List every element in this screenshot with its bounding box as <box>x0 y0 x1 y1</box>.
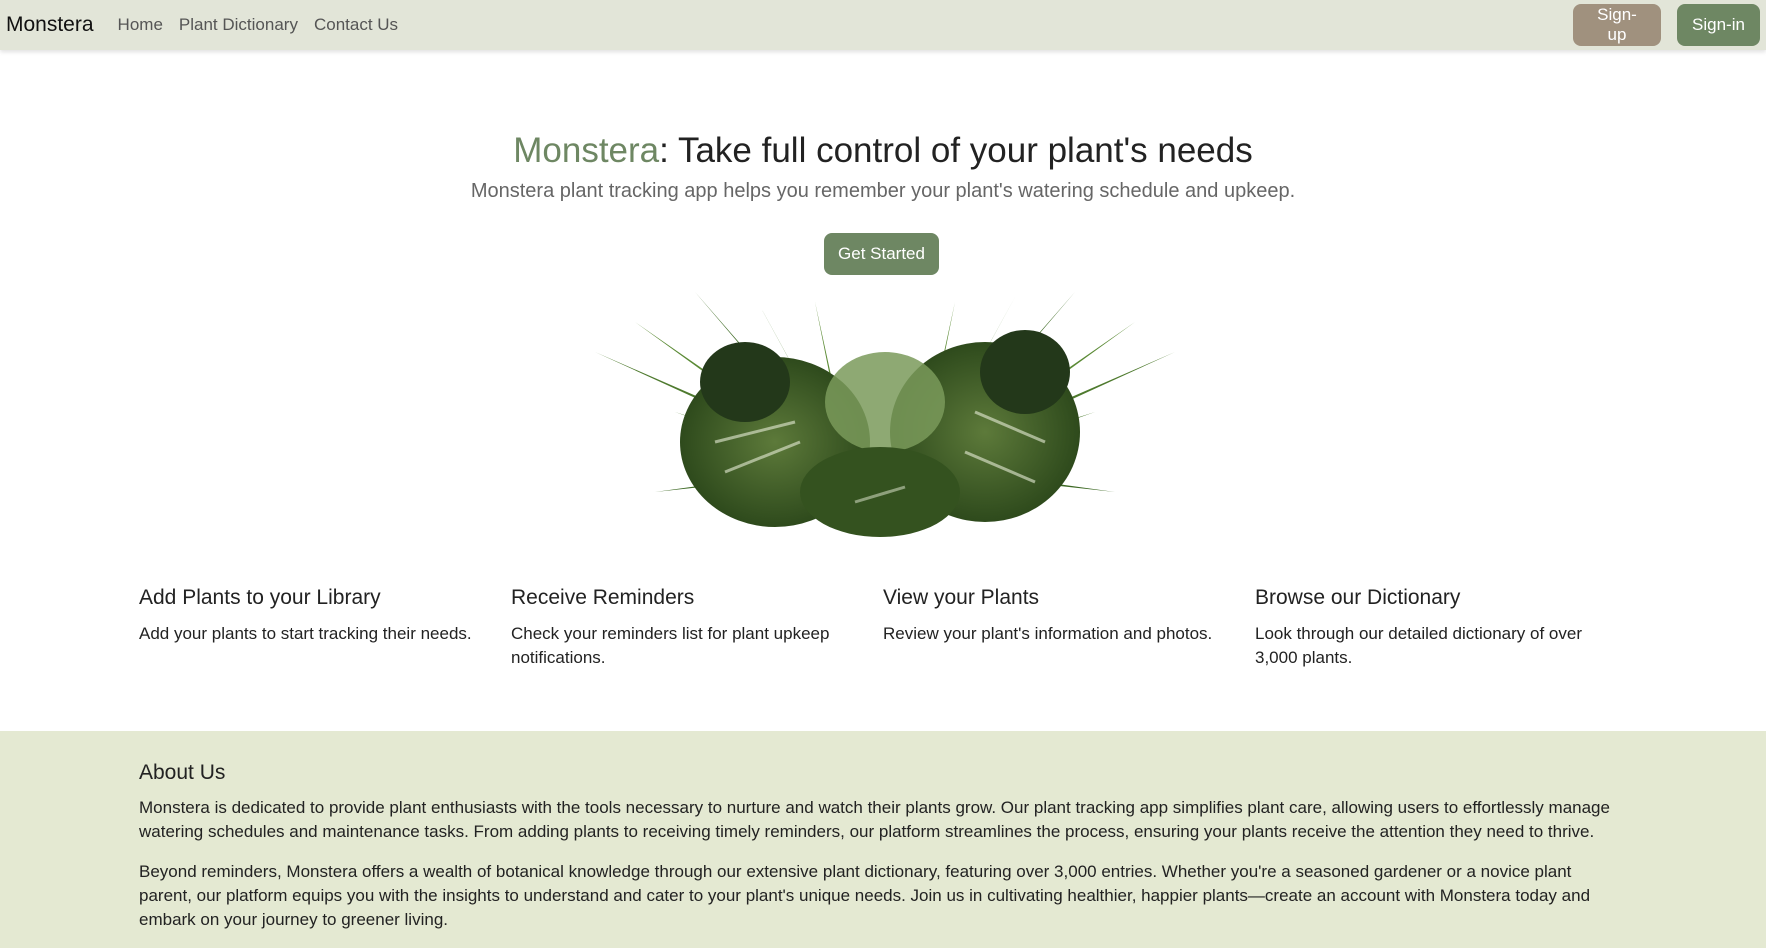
feature-text: Look through our detailed dictionary of … <box>1255 624 1582 667</box>
nav-link-home[interactable]: Home <box>118 15 163 35</box>
monstera-leaves <box>680 330 1080 537</box>
hero-section: Monstera: Take full control of your plan… <box>0 130 1766 203</box>
feature-title: View your Plants <box>883 586 1040 609</box>
auth-buttons: Sign-up Sign-in <box>1573 4 1760 46</box>
hero-subtitle: Monstera plant tracking app helps you re… <box>470 180 1296 202</box>
nav-link-plant-dictionary[interactable]: Plant Dictionary <box>179 15 298 35</box>
brand-logo[interactable]: Monstera <box>6 13 94 37</box>
signup-button[interactable]: Sign-up <box>1573 4 1661 46</box>
feature-reminders: Receive Reminders Check your reminders l… <box>511 586 883 670</box>
feature-text: Review your plant's information and phot… <box>883 624 1213 643</box>
hero-title: Monstera: Take full control of your plan… <box>0 130 1766 172</box>
signin-button[interactable]: Sign-in <box>1677 4 1760 46</box>
feature-add-plants: Add Plants to your Library Add your plan… <box>139 586 511 670</box>
nav-links: Home Plant Dictionary Contact Us <box>118 15 399 35</box>
top-navbar: Monstera Home Plant Dictionary Contact U… <box>0 0 1766 50</box>
nav-link-contact-us[interactable]: Contact Us <box>314 15 398 35</box>
monstera-leaves-illustration <box>595 292 1175 537</box>
about-title: About Us <box>139 761 226 784</box>
feature-text: Add your plants to start tracking their … <box>139 624 472 643</box>
feature-dictionary: Browse our Dictionary Look through our d… <box>1255 586 1627 670</box>
hero-title-rest: : Take full control of your plant's need… <box>659 131 1253 170</box>
feature-title: Add Plants to your Library <box>139 586 381 609</box>
get-started-button[interactable]: Get Started <box>824 233 939 275</box>
feature-title: Receive Reminders <box>511 586 695 609</box>
feature-text: Check your reminders list for plant upke… <box>511 624 830 667</box>
about-paragraph: Monstera is dedicated to provide plant e… <box>139 798 1610 841</box>
features-section: Add Plants to your Library Add your plan… <box>139 586 1627 670</box>
hero-title-accent: Monstera <box>513 131 660 170</box>
feature-title: Browse our Dictionary <box>1255 586 1461 609</box>
about-section: About Us Monstera is dedicated to provid… <box>0 731 1766 948</box>
feature-view-plants: View your Plants Review your plant's inf… <box>883 586 1255 670</box>
about-paragraph: Beyond reminders, Monstera offers a weal… <box>139 862 1591 929</box>
